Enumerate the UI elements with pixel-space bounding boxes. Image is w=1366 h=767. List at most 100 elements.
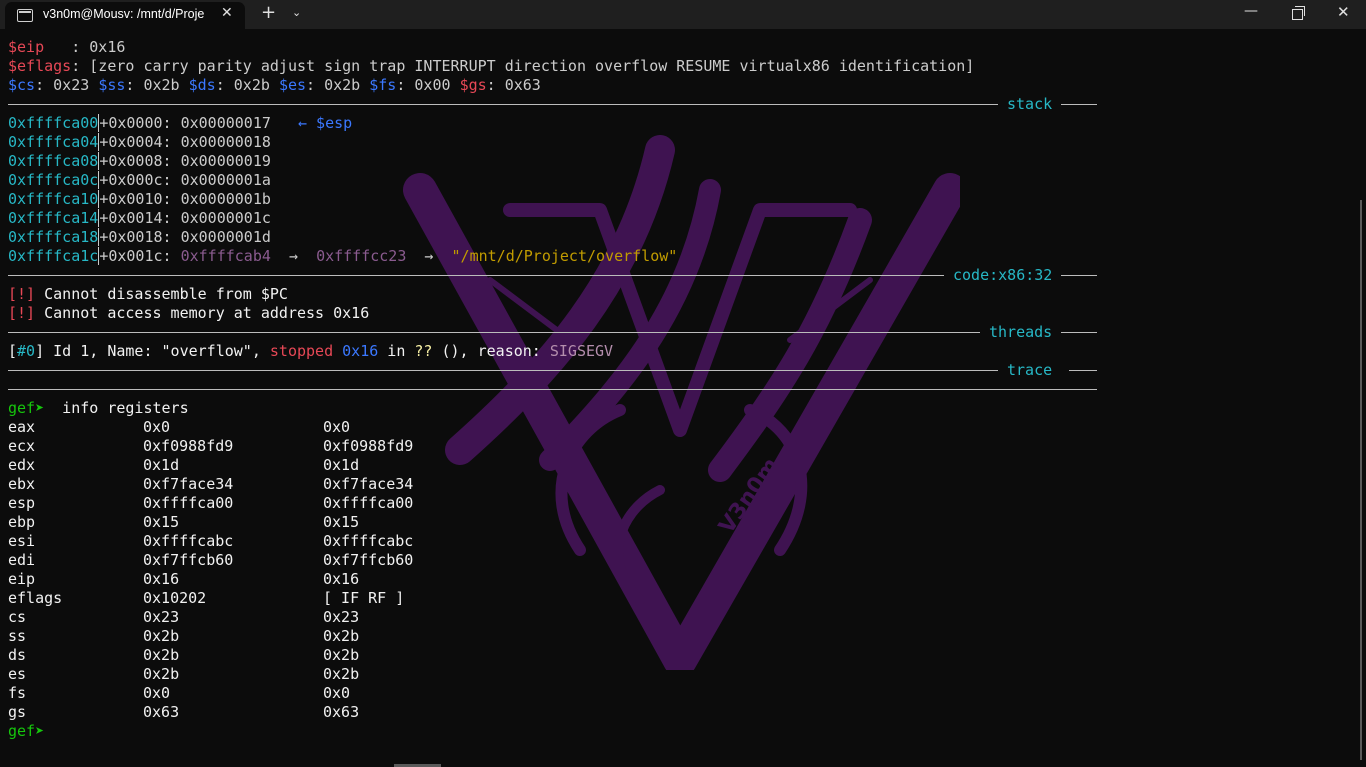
stack-row: 0xffffca1c+0x001c: 0xffffcab4 → 0xffffcc…: [8, 247, 1348, 266]
register-row: edx 0x1d 0x1d: [8, 456, 1348, 475]
stack-value: 0x0000001d: [180, 228, 271, 246]
stack-value: 0x0000001a: [180, 171, 271, 189]
minimize-button[interactable]: —: [1244, 3, 1258, 19]
terminal-tab[interactable]: v3n0m@Mousv: /mnt/d/Proje ✕: [5, 2, 245, 29]
stack-row: 0xffffca10+0x0010: 0x0000001b: [8, 190, 1348, 209]
gef-prompt: gef➤: [8, 399, 54, 417]
register-name: ebp: [8, 513, 36, 531]
register-row: ebp 0x15 0x15: [8, 513, 1348, 532]
register-hex: 0x10202: [143, 589, 207, 607]
register-hex: 0xf7face34: [143, 475, 234, 493]
register-value: 0x0: [323, 418, 351, 436]
register-row: gs 0x63 0x63: [8, 703, 1348, 722]
register-name: edi: [8, 551, 36, 569]
seg-value: : 0x63: [486, 76, 541, 94]
stack-address: 0xffffca08: [8, 152, 100, 170]
stack-row: 0xffffca08+0x0008: 0x00000019: [8, 152, 1348, 171]
register-value: 0x16: [323, 570, 360, 588]
stack-offset: +0x0000:: [99, 114, 181, 132]
register-row: eax 0x0 0x0: [8, 418, 1348, 437]
register-name: gs: [8, 703, 27, 721]
register-value: 0xf7face34: [323, 475, 414, 493]
register-name: eip: [8, 570, 36, 588]
register-row: edi 0xf7ffcb60 0xf7ffcb60: [8, 551, 1348, 570]
register-value: 0x63: [323, 703, 360, 721]
stack-offset: +0x001c:: [99, 247, 181, 265]
close-tab-icon[interactable]: ✕: [221, 5, 233, 21]
string-value: "/mnt/d/Project/overflow": [451, 247, 678, 265]
pointer-value: 0xffffcc23: [316, 247, 407, 265]
command-line[interactable]: gef➤ info registers: [8, 399, 1348, 418]
stack-row: 0xffffca00+0x0000: 0x00000017 ← $esp: [8, 114, 1348, 133]
register-name: esp: [8, 494, 36, 512]
chevron-down-icon[interactable]: ⌄: [292, 6, 301, 19]
register-name: es: [8, 665, 27, 683]
stack-offset: +0x0004:: [99, 133, 181, 151]
register-value: 0x23: [323, 608, 360, 626]
register-row: ds 0x2b 0x2b: [8, 646, 1348, 665]
vertical-scrollbar[interactable]: [1360, 200, 1362, 760]
seg-value: : 0x23: [35, 76, 99, 94]
registers-output: eax 0x0 0x0 ecx 0xf0988fd9 0xf0988fd9 edx 0x1d 0…: [8, 418, 1348, 722]
register-name: eax: [8, 418, 36, 436]
register-hex: 0x2b: [143, 627, 180, 645]
stack-value: 0x00000019: [180, 152, 271, 170]
code-separator: code:x86:32: [8, 266, 1348, 285]
register-value: 0xf7ffcb60: [323, 551, 414, 569]
stack-value: 0x0000001c: [180, 209, 271, 227]
error-tag: [!]: [8, 285, 36, 303]
thread-text: ] Id 1, Name: "overflow",: [35, 342, 270, 360]
stack-row: 0xffffca18+0x0018: 0x0000001d: [8, 228, 1348, 247]
register-name: ss: [8, 627, 27, 645]
eflags-line: $eflags: [zero carry parity adjust sign …: [8, 57, 1348, 76]
deref-arrow: →: [406, 247, 452, 265]
register-hex: 0xffffcabc: [143, 532, 234, 550]
reg-name: $eflags: [8, 57, 72, 75]
threads-separator: threads: [8, 323, 1348, 342]
seg-value: : 0x2b: [125, 76, 189, 94]
maximize-button[interactable]: [1292, 6, 1305, 20]
deref-arrow: →: [270, 247, 317, 265]
stack-value: 0x0000001b: [180, 190, 271, 208]
register-row: ebx 0xf7face34 0xf7face34: [8, 475, 1348, 494]
segment-registers-line: $cs: 0x23 $ss: 0x2b $ds: 0x2b $es: 0x2b …: [8, 76, 1348, 95]
title-bar: v3n0m@Mousv: /mnt/d/Proje ✕ + ⌄ — ✕: [0, 0, 1366, 29]
register-value: [ IF RF ]: [323, 589, 405, 607]
seg-name: $cs: [8, 76, 36, 94]
register-row: es 0x2b 0x2b: [8, 665, 1348, 684]
stack-offset: +0x000c:: [99, 171, 181, 189]
stack-address: 0xffffca14: [8, 209, 100, 227]
seg-value: : 0x2b: [215, 76, 279, 94]
register-value: 0xffffca00: [323, 494, 414, 512]
register-row: ecx 0xf0988fd9 0xf0988fd9: [8, 437, 1348, 456]
stack-offset: +0x0014:: [99, 209, 181, 227]
stack-offset: +0x0010:: [99, 190, 181, 208]
input-line[interactable]: gef➤: [8, 722, 1348, 741]
thread-function: ??: [414, 342, 433, 360]
register-hex: 0x16: [143, 570, 180, 588]
stack-value: 0x00000017: [180, 114, 271, 132]
stack-offset: +0x0018:: [99, 228, 181, 246]
register-value: 0x0: [323, 684, 351, 702]
thread-text: (), reason:: [432, 342, 550, 360]
end-separator: [8, 380, 1348, 399]
stack-separator: stack: [8, 95, 1348, 114]
thread-address: 0x16: [342, 342, 379, 360]
code-message: [!] Cannot access memory at address 0x16: [8, 304, 1348, 323]
stack-row: 0xffffca0c+0x000c: 0x0000001a: [8, 171, 1348, 190]
section-label: stack: [1007, 95, 1053, 113]
gef-prompt: gef➤: [8, 722, 54, 740]
register-name: ecx: [8, 437, 36, 455]
close-window-button[interactable]: ✕: [1337, 3, 1350, 21]
reg-value: : [zero carry parity adjust sign trap IN…: [71, 57, 975, 75]
terminal-output[interactable]: $eip : 0x16 $eflags: [zero carry parity …: [8, 38, 1348, 758]
register-hex: 0x23: [143, 608, 180, 626]
error-tag: [!]: [8, 304, 36, 322]
seg-name: $ss: [98, 76, 126, 94]
new-tab-button[interactable]: +: [261, 2, 276, 23]
register-hex: 0x2b: [143, 665, 180, 683]
register-row: fs 0x0 0x0: [8, 684, 1348, 703]
error-text: Cannot disassemble from $PC: [35, 285, 288, 303]
thread-reason: SIGSEGV: [549, 342, 614, 360]
register-name: ds: [8, 646, 27, 664]
